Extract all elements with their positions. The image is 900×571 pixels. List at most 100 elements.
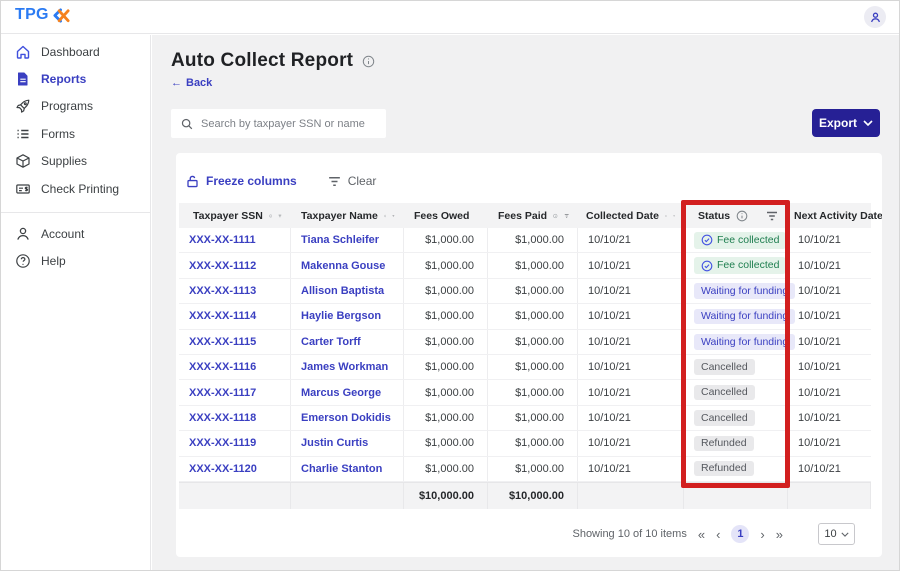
collected-date-cell: 10/10/21 bbox=[578, 228, 684, 253]
filter-icon[interactable] bbox=[765, 209, 779, 223]
sidebar-item-programs[interactable]: Programs bbox=[1, 93, 150, 120]
taxpayer-ssn-link[interactable]: XXX-XX-1120 bbox=[179, 456, 291, 481]
tpg-logo[interactable]: TPG bbox=[15, 6, 71, 24]
info-icon[interactable] bbox=[362, 55, 375, 68]
fees-owed-cell: $1,000.00 bbox=[404, 253, 488, 278]
info-icon[interactable] bbox=[553, 210, 558, 222]
total-fees-owed: $10,000.00 bbox=[404, 482, 488, 509]
sidebar-item-help[interactable]: Help bbox=[1, 248, 150, 275]
status-cell: Waiting for funding bbox=[684, 278, 796, 304]
prev-page-button[interactable]: ‹ bbox=[716, 528, 720, 541]
user-avatar-button[interactable] bbox=[864, 6, 886, 28]
table-row: XXX-XX-1120 Charlie Stanton $1,000.00 $1… bbox=[179, 456, 871, 482]
document-icon bbox=[15, 71, 31, 87]
search-input[interactable] bbox=[201, 117, 377, 130]
taxpayer-name-link[interactable]: Makenna Gouse bbox=[291, 253, 404, 278]
sidebar-item-forms[interactable]: Forms bbox=[1, 120, 150, 147]
sidebar-item-dashboard[interactable]: Dashboard bbox=[1, 38, 150, 65]
sidebar-item-check-printing[interactable]: Check Printing bbox=[1, 175, 150, 202]
sidebar-item-reports[interactable]: Reports bbox=[1, 65, 150, 92]
taxpayer-name-link[interactable]: Haylie Bergson bbox=[291, 304, 404, 329]
check-circle-icon bbox=[701, 234, 713, 246]
taxpayer-ssn-link[interactable]: XXX-XX-1111 bbox=[179, 228, 291, 253]
status-badge: Refunded bbox=[694, 435, 754, 452]
info-icon[interactable] bbox=[665, 210, 667, 222]
taxpayer-name-link[interactable]: Emerson Dokidis bbox=[291, 405, 404, 431]
sidebar-item-label: Supplies bbox=[41, 154, 88, 169]
app-window: TPG Dashboard Reports Programs Forms Sup… bbox=[0, 0, 900, 571]
tpg-logo-text: TPG bbox=[15, 6, 49, 23]
status-badge: Cancelled bbox=[694, 384, 755, 401]
taxpayer-name-link[interactable]: Marcus George bbox=[291, 380, 404, 405]
fees-owed-cell: $1,000.00 bbox=[404, 304, 488, 329]
column-header: Collected Date bbox=[578, 203, 684, 228]
fees-paid-cell: $1,000.00 bbox=[488, 354, 578, 380]
check-circle-icon bbox=[701, 260, 713, 272]
collected-date-cell: 10/10/21 bbox=[578, 354, 684, 380]
info-icon[interactable] bbox=[736, 210, 748, 222]
last-page-button[interactable]: » bbox=[776, 528, 783, 541]
taxpayer-name-link[interactable]: Justin Curtis bbox=[291, 431, 404, 456]
home-icon bbox=[15, 44, 31, 60]
taxpayer-name-link[interactable]: Allison Baptista bbox=[291, 278, 404, 304]
taxpayer-ssn-link[interactable]: XXX-XX-1112 bbox=[179, 253, 291, 278]
fees-owed-cell: $1,000.00 bbox=[404, 354, 488, 380]
info-icon[interactable] bbox=[269, 210, 272, 222]
clear-filters-button[interactable]: Clear bbox=[327, 174, 376, 189]
table-row: XXX-XX-1113 Allison Baptista $1,000.00 $… bbox=[179, 278, 871, 305]
status-badge: Fee collected bbox=[694, 231, 787, 249]
list-icon bbox=[15, 126, 31, 142]
taxpayer-ssn-link[interactable]: XXX-XX-1114 bbox=[179, 304, 291, 329]
sidebar-item-account[interactable]: Account bbox=[1, 220, 150, 247]
status-cell: Refunded bbox=[684, 431, 788, 456]
column-header: Taxpayer Name bbox=[291, 203, 404, 228]
status-cell: Fee collected bbox=[684, 253, 788, 278]
taxpayer-name-link[interactable]: James Workman bbox=[291, 354, 404, 380]
fees-paid-cell: $1,000.00 bbox=[488, 380, 578, 405]
column-header: Status bbox=[684, 203, 788, 228]
status-badge: Waiting for funding bbox=[694, 308, 796, 325]
status-badge: Cancelled bbox=[694, 359, 755, 375]
first-page-button[interactable]: « bbox=[698, 528, 705, 541]
taxpayer-name-link[interactable]: Tiana Schleifer bbox=[291, 228, 404, 253]
info-icon[interactable] bbox=[383, 210, 387, 222]
filter-icon[interactable] bbox=[278, 209, 282, 223]
next-activity-date-cell: 10/10/21 bbox=[798, 284, 841, 297]
next-page-button[interactable]: › bbox=[760, 528, 764, 541]
taxpayer-ssn-link[interactable]: XXX-XX-1115 bbox=[179, 329, 291, 354]
collected-date-cell: 10/10/21 bbox=[578, 329, 684, 354]
filter-icon[interactable] bbox=[392, 209, 395, 223]
freeze-columns-button[interactable]: Freeze columns bbox=[185, 174, 297, 189]
fees-paid-cell: $1,000.00 bbox=[488, 405, 578, 431]
filter-icon[interactable] bbox=[673, 209, 675, 223]
taxpayer-ssn-link[interactable]: XXX-XX-1116 bbox=[179, 354, 291, 380]
fees-paid-cell: $1,000.00 bbox=[488, 253, 578, 278]
status-cell: Cancelled bbox=[684, 380, 788, 405]
sidebar-item-supplies[interactable]: Supplies bbox=[1, 148, 150, 175]
status-cell: Refunded bbox=[684, 456, 788, 481]
current-page-button[interactable]: 1 bbox=[731, 525, 750, 543]
next-activity-date-cell: 10/10/21 bbox=[798, 335, 841, 348]
fees-owed-cell: $1,000.00 bbox=[404, 405, 488, 431]
filter-icon[interactable] bbox=[564, 209, 569, 223]
taxpayer-ssn-link[interactable]: XXX-XX-1117 bbox=[179, 380, 291, 405]
taxpayer-ssn-link[interactable]: XXX-XX-1119 bbox=[179, 431, 291, 456]
collected-date-cell: 10/10/21 bbox=[578, 380, 684, 405]
taxpayer-name-link[interactable]: Charlie Stanton bbox=[291, 456, 404, 481]
fees-paid-cell: $1,000.00 bbox=[488, 431, 578, 456]
taxpayer-ssn-link[interactable]: XXX-XX-1118 bbox=[179, 405, 291, 431]
export-button[interactable]: Export bbox=[812, 109, 880, 137]
fees-owed-cell: $1,000.00 bbox=[404, 228, 488, 253]
taxpayer-name-link[interactable]: Carter Torff bbox=[291, 329, 404, 354]
back-button[interactable]: ← Back bbox=[171, 77, 212, 89]
status-badge: Cancelled bbox=[694, 410, 755, 426]
taxpayer-ssn-link[interactable]: XXX-XX-1113 bbox=[179, 278, 291, 304]
package-icon bbox=[15, 153, 31, 169]
column-header: Fees Owed bbox=[404, 203, 488, 228]
chevron-down-icon bbox=[863, 120, 873, 126]
rocket-icon bbox=[15, 98, 31, 114]
next-activity-date-cell: 10/10/21 bbox=[798, 259, 841, 272]
page-size-select[interactable]: 10 bbox=[818, 523, 855, 545]
table-row: XXX-XX-1118 Emerson Dokidis $1,000.00 $1… bbox=[179, 405, 871, 432]
person-icon bbox=[15, 226, 31, 242]
